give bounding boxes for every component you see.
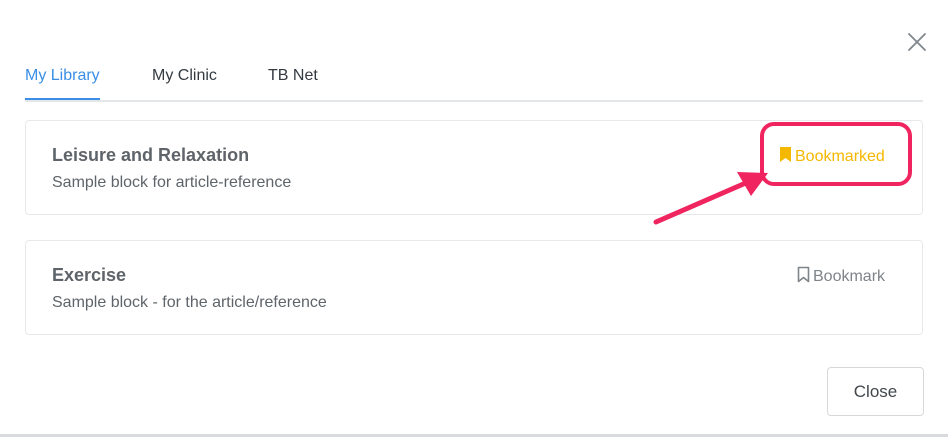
- card-subtitle: Sample block - for the article/reference: [52, 294, 327, 311]
- bookmarked-label: Bookmarked: [795, 148, 885, 165]
- card-subtitle: Sample block for article-reference: [52, 174, 292, 191]
- close-icon[interactable]: [905, 30, 929, 54]
- library-card: Leisure and Relaxation Sample block for …: [25, 120, 923, 215]
- close-button[interactable]: Close: [827, 367, 924, 416]
- tab-my-clinic[interactable]: My Clinic: [152, 67, 217, 98]
- bookmark-label: Bookmark: [813, 268, 886, 285]
- card-title: Exercise: [52, 265, 127, 285]
- tab-bar: My Library My Clinic TB Net: [25, 64, 923, 102]
- library-card: Exercise Sample block - for the article/…: [25, 240, 923, 335]
- tab-my-library[interactable]: My Library: [25, 67, 100, 100]
- bookmarked-button[interactable]: Bookmarked: [779, 146, 885, 168]
- bookmark-button[interactable]: Bookmark: [797, 266, 885, 288]
- bookmark-filled-icon: [779, 146, 795, 168]
- card-title: Leisure and Relaxation: [52, 145, 250, 165]
- tab-tb-net[interactable]: TB Net: [268, 67, 318, 98]
- bookmark-outline-icon: [797, 266, 813, 288]
- library-modal: My Library My Clinic TB Net Leisure and …: [0, 0, 948, 437]
